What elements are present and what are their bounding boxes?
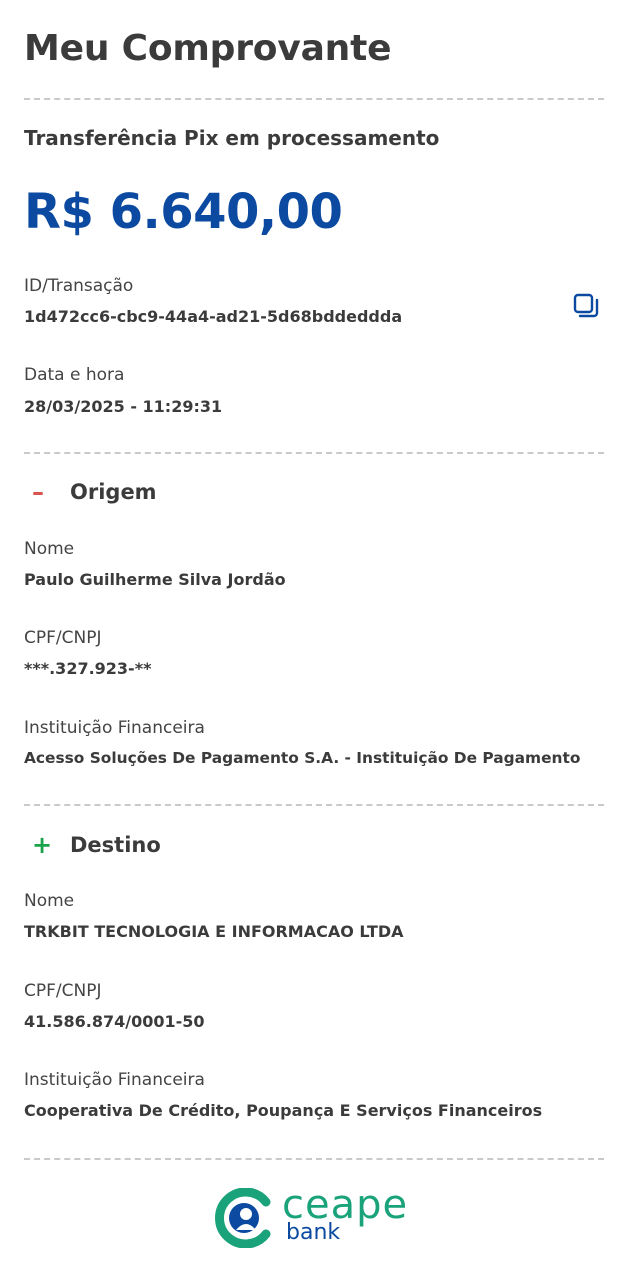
- transaction-id-label: ID/Transação: [24, 276, 134, 296]
- datetime-label: Data e hora: [24, 365, 125, 385]
- minus-icon[interactable]: –: [24, 478, 66, 506]
- datetime-value: 28/03/2025 - 11:29:31: [24, 397, 223, 416]
- origin-name-value: Paulo Guilherme Silva Jordão: [24, 570, 286, 589]
- destination-name-label: Nome: [24, 891, 75, 911]
- copy-icon: [573, 293, 599, 318]
- ceape-logo-mark-icon: [215, 1188, 271, 1248]
- divider: [24, 452, 604, 454]
- destination-section-header[interactable]: + Destino: [24, 831, 161, 859]
- destination-name-value: TRKBIT TECNOLOGIA E INFORMACAO LTDA: [24, 922, 404, 941]
- origin-doc-label: CPF/CNPJ: [24, 628, 102, 648]
- divider: [24, 1158, 604, 1160]
- origin-title: Origem: [70, 480, 157, 504]
- transaction-id-value: 1d472cc6-cbc9-44a4-ad21-5d68bddeddda: [24, 307, 403, 326]
- logo-subtitle: bank: [286, 1220, 341, 1245]
- origin-doc-value: ***.327.923-**: [24, 659, 152, 678]
- origin-section-header[interactable]: – Origem: [24, 478, 157, 506]
- transfer-status: Transferência Pix em processamento: [24, 126, 440, 150]
- destination-bank-value: Cooperativa De Crédito, Poupança E Servi…: [24, 1101, 543, 1120]
- copy-button[interactable]: [572, 292, 600, 320]
- page-title: Meu Comprovante: [24, 28, 392, 69]
- origin-name-label: Nome: [24, 539, 75, 559]
- destination-bank-label: Instituição Financeira: [24, 1070, 205, 1090]
- divider: [24, 804, 604, 806]
- origin-bank-label: Instituição Financeira: [24, 718, 205, 738]
- destination-doc-value: 41.586.874/0001-50: [24, 1012, 205, 1031]
- plus-icon[interactable]: +: [24, 831, 66, 859]
- transfer-amount: R$ 6.640,00: [24, 184, 343, 240]
- ceape-bank-logo: ceape bank: [214, 1182, 414, 1250]
- divider: [24, 98, 604, 100]
- destination-doc-label: CPF/CNPJ: [24, 981, 102, 1001]
- destination-title: Destino: [70, 833, 161, 857]
- origin-bank-value: Acesso Soluções De Pagamento S.A. - Inst…: [24, 749, 581, 767]
